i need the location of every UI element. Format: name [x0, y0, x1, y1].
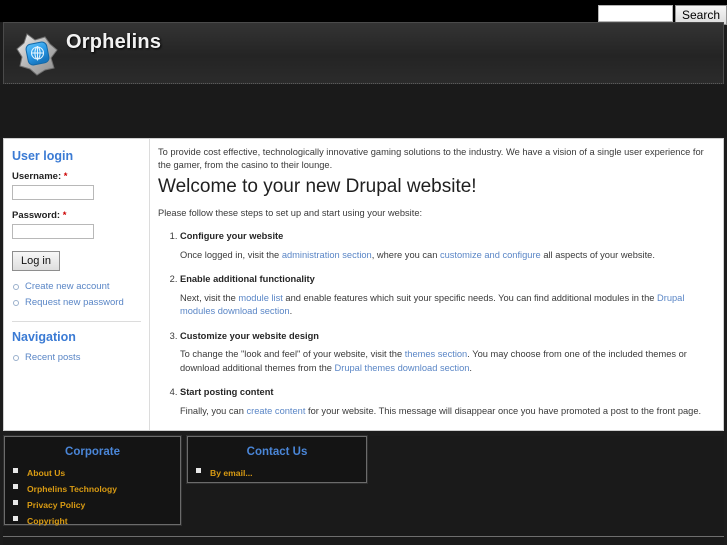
step-body: Finally, you can create content for your…: [180, 405, 702, 416]
footer-block-contact-us: Contact Us By email...: [186, 435, 368, 484]
page-root: Search Orphelins User login Username: * …: [0, 0, 727, 545]
step-title: Configure your website: [180, 231, 284, 242]
search-input[interactable]: [597, 5, 673, 22]
create-new-account-link[interactable]: Create new account: [25, 281, 110, 292]
step-title: Customize your website design: [180, 330, 319, 341]
user-login-links: Create new account Request new password: [12, 281, 141, 308]
footer-block-title-contact-us: Contact Us: [246, 446, 308, 458]
main-content: To provide cost effective, technological…: [150, 139, 723, 430]
username-input[interactable]: [12, 185, 94, 200]
list-item: Configure your website Once logged in, v…: [180, 230, 713, 262]
list-item: Privacy Policy: [13, 499, 172, 510]
recent-posts-link[interactable]: Recent posts: [25, 352, 80, 363]
inline-link[interactable]: create content: [247, 406, 306, 416]
orphelins-star-globe-logo-icon[interactable]: [10, 25, 66, 81]
step-body: To change the "look and feel" of your we…: [180, 349, 687, 373]
corporate-links: About Us Orphelins Technology Privacy Po…: [13, 467, 172, 526]
sidebar-block-title-user-login: User login: [12, 149, 74, 163]
username-label: Username: *: [12, 171, 141, 182]
step-body: Next, visit the module list and enable f…: [180, 292, 685, 317]
inline-link[interactable]: themes section: [405, 349, 468, 359]
footer-block-corporate: Corporate About Us Orphelins Technology …: [3, 435, 182, 526]
about-us-link[interactable]: About Us: [27, 468, 65, 478]
main-panel: User login Username: * Password: * Log i…: [3, 138, 724, 431]
navigation-links: Recent posts: [12, 352, 141, 363]
site-footer: Corporate About Us Orphelins Technology …: [3, 435, 724, 542]
log-in-button[interactable]: Log in: [12, 251, 60, 271]
password-input[interactable]: [12, 224, 94, 239]
username-required-marker: *: [63, 171, 68, 182]
list-item: Recent posts: [12, 352, 141, 363]
password-label-text: Password:: [12, 210, 61, 221]
site-header: Orphelins: [3, 22, 724, 84]
list-item: Enable additional functionality Next, vi…: [180, 273, 713, 318]
site-name[interactable]: Orphelins: [66, 31, 161, 54]
inline-link[interactable]: administration section: [282, 250, 372, 260]
privacy-policy-link[interactable]: Privacy Policy: [27, 500, 85, 510]
step-body: Once logged in, visit the administration…: [180, 249, 655, 260]
lead-text: Please follow these steps to set up and …: [158, 207, 423, 218]
list-item: Request new password: [12, 297, 141, 308]
password-label: Password: *: [12, 210, 141, 221]
inline-link[interactable]: customize and configure: [440, 250, 541, 260]
list-item: Start posting content Finally, you can c…: [180, 386, 713, 418]
list-item: By email...: [196, 467, 358, 478]
orphelins-technology-link[interactable]: Orphelins Technology: [27, 484, 117, 494]
inline-link[interactable]: Drupal themes download section: [335, 363, 470, 373]
contact-links: By email...: [196, 467, 358, 478]
sidebar: User login Username: * Password: * Log i…: [4, 139, 150, 430]
header-spacer-band: [0, 85, 727, 137]
inline-link[interactable]: module list: [238, 293, 282, 303]
site-mission-text: To provide cost effective, technological…: [158, 147, 704, 171]
step-title: Start posting content: [180, 387, 274, 398]
list-item: Orphelins Technology: [13, 483, 172, 494]
list-item: Create new account: [12, 281, 141, 292]
request-new-password-link[interactable]: Request new password: [25, 297, 124, 308]
list-item: Copyright: [13, 515, 172, 526]
footer-block-title-corporate: Corporate: [65, 446, 120, 458]
password-required-marker: *: [62, 210, 67, 221]
by-email-link[interactable]: By email...: [210, 468, 253, 478]
page-title: Welcome to your new Drupal website!: [158, 175, 477, 197]
list-item: Customize your website design To change …: [180, 330, 713, 375]
setup-steps-list: Configure your website Once logged in, v…: [158, 230, 713, 418]
step-title: Enable additional functionality: [180, 274, 315, 285]
sidebar-block-user-login: User login Username: * Password: * Log i…: [12, 149, 141, 321]
support-info-text: For more information, please refer to th…: [158, 429, 713, 431]
footer-bottom-rule: [3, 536, 724, 545]
sidebar-block-title-navigation: Navigation: [12, 330, 76, 344]
username-label-text: Username:: [12, 171, 62, 182]
list-item: About Us: [13, 467, 172, 478]
sidebar-block-navigation: Navigation Recent posts: [12, 321, 141, 376]
copyright-link[interactable]: Copyright: [27, 516, 68, 526]
